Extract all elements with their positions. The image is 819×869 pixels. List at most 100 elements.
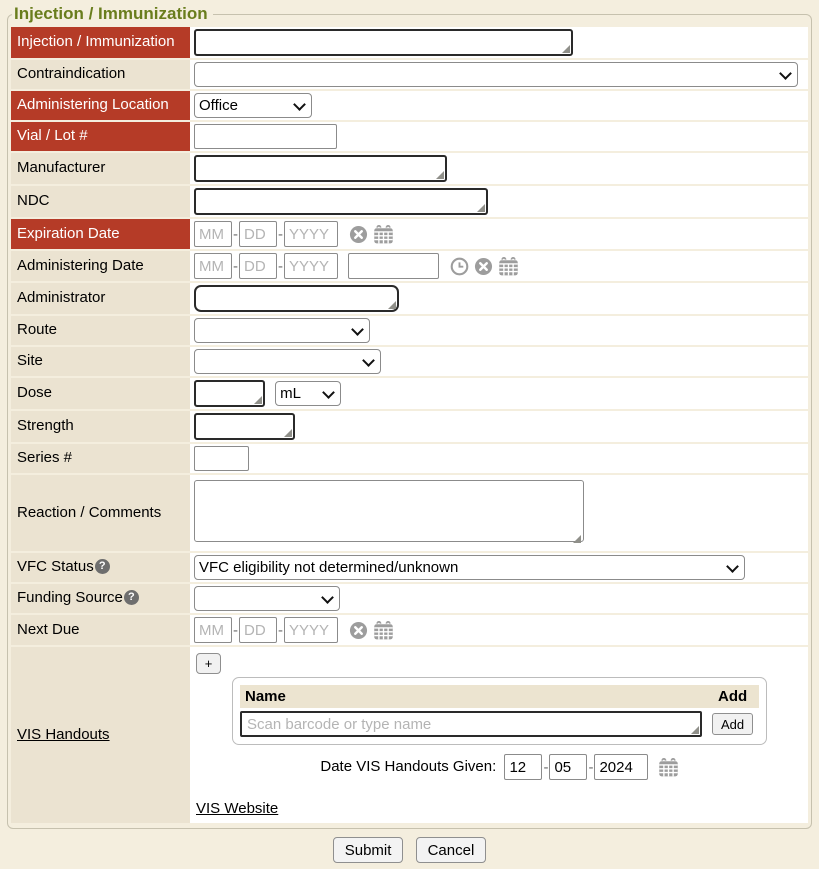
cancel-button[interactable]: Cancel bbox=[416, 837, 487, 863]
administering-day-input[interactable] bbox=[239, 253, 277, 279]
vis-website-link[interactable]: VIS Website bbox=[196, 800, 278, 817]
strength-input[interactable] bbox=[194, 413, 295, 440]
clear-date-icon[interactable] bbox=[349, 621, 368, 640]
administering-date-label: Administering Date bbox=[17, 257, 144, 274]
reaction-comments-textarea[interactable] bbox=[194, 480, 584, 542]
vis-add-button[interactable]: Add bbox=[712, 713, 753, 735]
row-administering-date: Administering Date -- bbox=[11, 251, 808, 281]
vis-handouts-link[interactable]: VIS Handouts bbox=[17, 726, 110, 743]
vis-handouts-label-cell: VIS Handouts bbox=[11, 647, 190, 823]
row-vial-lot: Vial / Lot # bbox=[11, 122, 808, 151]
row-contraindication: Contraindication bbox=[11, 60, 808, 89]
clear-date-icon[interactable] bbox=[349, 225, 368, 244]
date-separator: - bbox=[278, 622, 283, 639]
submit-button[interactable]: Submit bbox=[333, 837, 404, 863]
administering-year-input[interactable] bbox=[284, 253, 338, 279]
administering-location-select[interactable]: Office bbox=[194, 93, 312, 118]
administering-month-input[interactable] bbox=[194, 253, 232, 279]
ndc-label-cell: NDC bbox=[11, 186, 190, 217]
funding-source-help-icon[interactable]: ? bbox=[124, 590, 139, 605]
reaction-label-cell: Reaction / Comments bbox=[11, 475, 190, 551]
funding-source-label: Funding Source bbox=[17, 589, 123, 606]
series-label-cell: Series # bbox=[11, 444, 190, 473]
row-manufacturer: Manufacturer bbox=[11, 153, 808, 184]
next-due-month-input[interactable] bbox=[194, 617, 232, 643]
next-due-year-input[interactable] bbox=[284, 617, 338, 643]
series-label: Series # bbox=[17, 449, 72, 466]
clock-icon[interactable] bbox=[450, 257, 469, 276]
vfc-status-help-icon[interactable]: ? bbox=[95, 559, 110, 574]
row-funding-source: Funding Source? bbox=[11, 584, 808, 613]
vis-name-header: Name bbox=[240, 685, 713, 708]
dose-input[interactable] bbox=[194, 380, 265, 407]
row-vis-handouts: VIS Handouts + Name Add Add bbox=[11, 647, 808, 823]
clear-date-icon[interactable] bbox=[474, 257, 493, 276]
vis-handouts-box: Name Add Add bbox=[232, 677, 767, 745]
injection-label-cell: Injection / Immunization bbox=[11, 27, 190, 58]
expiration-month-input[interactable] bbox=[194, 221, 232, 247]
vis-scan-input[interactable] bbox=[240, 711, 702, 737]
calendar-icon[interactable] bbox=[658, 757, 679, 778]
form-title: Injection / Immunization bbox=[12, 4, 213, 24]
vis-date-day-input[interactable] bbox=[549, 754, 587, 780]
form-table: Injection / Immunization Contraindicatio… bbox=[11, 25, 808, 825]
expiration-day-input[interactable] bbox=[239, 221, 277, 247]
calendar-icon[interactable] bbox=[373, 224, 394, 245]
administrator-label: Administrator bbox=[17, 289, 105, 306]
row-reaction: Reaction / Comments bbox=[11, 475, 808, 551]
injection-immunization-form: Injection / Immunization Injection / Imm… bbox=[7, 4, 812, 829]
vis-date-month-input[interactable] bbox=[504, 754, 542, 780]
site-select[interactable] bbox=[194, 349, 381, 374]
manufacturer-label-cell: Manufacturer bbox=[11, 153, 190, 184]
administering-location-label-cell: Administering Location bbox=[11, 91, 190, 120]
dose-label-cell: Dose bbox=[11, 378, 190, 409]
vis-date-given-label: Date VIS Handouts Given: bbox=[320, 758, 496, 775]
row-series: Series # bbox=[11, 444, 808, 473]
calendar-icon[interactable] bbox=[373, 620, 394, 641]
calendar-icon[interactable] bbox=[498, 256, 519, 277]
reaction-label: Reaction / Comments bbox=[17, 504, 161, 521]
vis-scan-input-wrap bbox=[240, 711, 702, 737]
route-label-cell: Route bbox=[11, 316, 190, 345]
row-strength: Strength bbox=[11, 411, 808, 442]
expiration-date-label: Expiration Date bbox=[17, 225, 120, 242]
route-select-wrap bbox=[194, 318, 370, 343]
vfc-status-label-cell: VFC Status? bbox=[11, 553, 190, 582]
administrator-input[interactable] bbox=[194, 285, 399, 312]
contraindication-select-wrap bbox=[194, 62, 798, 87]
series-input[interactable] bbox=[194, 446, 249, 471]
vial-lot-input[interactable] bbox=[194, 124, 337, 149]
row-vfc-status: VFC Status? VFC eligibility not determin… bbox=[11, 553, 808, 582]
dose-unit-select[interactable]: mL bbox=[275, 381, 341, 406]
expiration-date-label-cell: Expiration Date bbox=[11, 219, 190, 249]
next-due-day-input[interactable] bbox=[239, 617, 277, 643]
injection-label: Injection / Immunization bbox=[17, 33, 175, 50]
next-due-label-cell: Next Due bbox=[11, 615, 190, 645]
route-select[interactable] bbox=[194, 318, 370, 343]
row-administrator: Administrator bbox=[11, 283, 808, 314]
date-separator: - bbox=[278, 226, 283, 243]
vial-lot-label: Vial / Lot # bbox=[17, 127, 88, 144]
vis-date-year-input[interactable] bbox=[594, 754, 648, 780]
date-separator: - bbox=[588, 759, 593, 776]
route-label: Route bbox=[17, 321, 57, 338]
contraindication-select[interactable] bbox=[194, 62, 798, 87]
injection-immunization-input[interactable] bbox=[194, 29, 573, 56]
date-separator: - bbox=[278, 258, 283, 275]
vial-lot-label-cell: Vial / Lot # bbox=[11, 122, 190, 151]
vfc-status-select[interactable]: VFC eligibility not determined/unknown bbox=[194, 555, 745, 580]
expiration-year-input[interactable] bbox=[284, 221, 338, 247]
injection-input-wrap bbox=[194, 29, 573, 56]
ndc-input[interactable] bbox=[194, 188, 488, 215]
row-expiration-date: Expiration Date -- bbox=[11, 219, 808, 249]
row-route: Route bbox=[11, 316, 808, 345]
contraindication-label: Contraindication bbox=[17, 65, 125, 82]
manufacturer-input[interactable] bbox=[194, 155, 447, 182]
vis-add-row-button[interactable]: + bbox=[196, 653, 221, 674]
administrator-input-wrap bbox=[194, 285, 399, 312]
vfc-status-label: VFC Status bbox=[17, 558, 94, 575]
administering-time-input[interactable] bbox=[348, 253, 439, 279]
site-label-cell: Site bbox=[11, 347, 190, 376]
row-administering-location: Administering Location Office bbox=[11, 91, 808, 120]
funding-source-select[interactable] bbox=[194, 586, 340, 611]
